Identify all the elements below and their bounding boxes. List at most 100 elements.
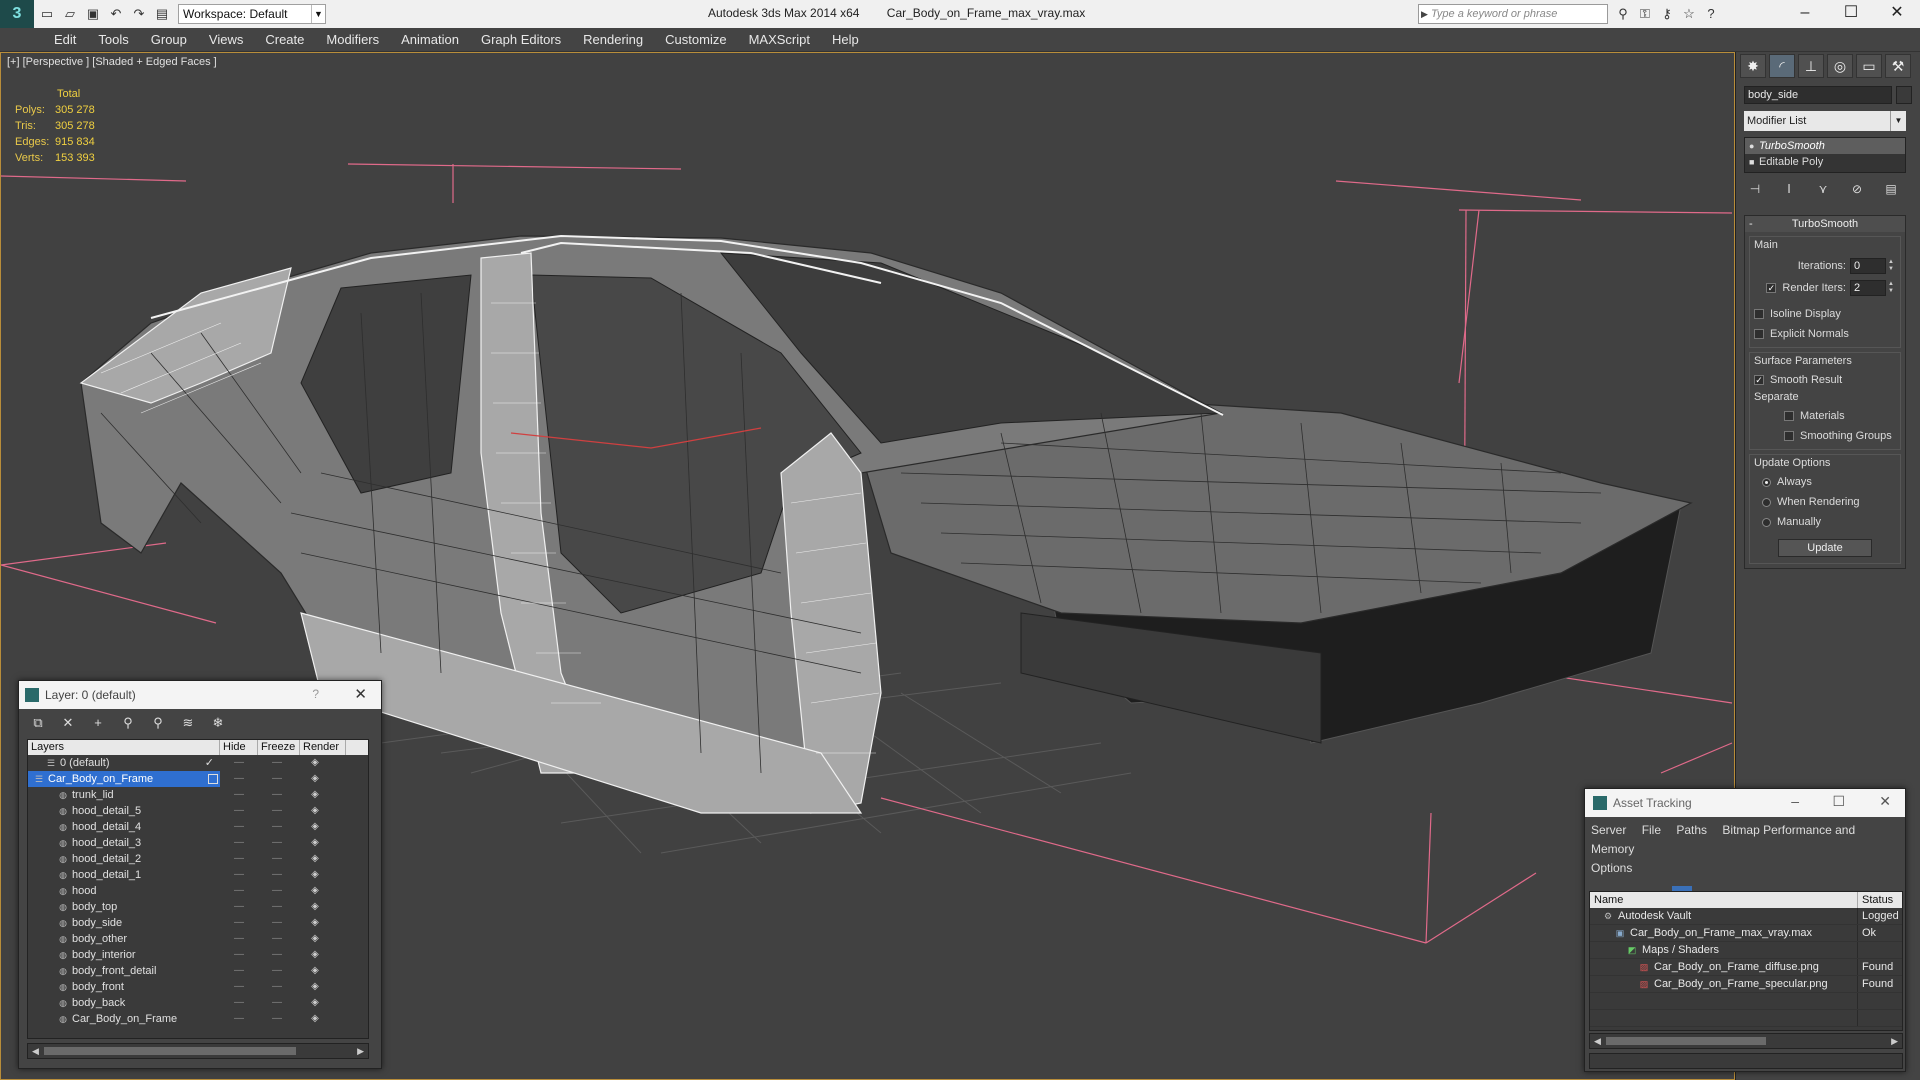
key-icon[interactable]: ⚷ bbox=[1656, 4, 1678, 24]
layer-name-cell[interactable]: ◍ hood_detail_4 bbox=[28, 819, 220, 835]
motion-tab-icon[interactable]: ◎ bbox=[1827, 54, 1853, 78]
render-teapot-icon[interactable]: ◈ bbox=[296, 1011, 334, 1027]
horizontal-scrollbar[interactable]: ◀ ▶ bbox=[27, 1043, 369, 1059]
layer-row[interactable]: ◍ Car_Body_on_Frame — — ◈ bbox=[28, 1011, 368, 1027]
layer-name-cell[interactable]: ☰ Car_Body_on_Frame bbox=[28, 771, 220, 787]
scroll-right-icon[interactable]: ▶ bbox=[357, 1044, 364, 1058]
freeze-toggle[interactable]: — bbox=[258, 787, 296, 803]
render-teapot-icon[interactable]: ◈ bbox=[296, 883, 334, 899]
new-file-icon[interactable]: ▭ bbox=[37, 4, 57, 24]
maximize-icon[interactable]: ☐ bbox=[1828, 0, 1874, 28]
lightbulb-icon[interactable]: ● bbox=[1749, 138, 1759, 154]
asset-window-titlebar[interactable]: Asset Tracking – ☐ ✕ bbox=[1585, 789, 1905, 817]
asset-row[interactable]: ▨ Car_Body_on_Frame_diffuse.png Found bbox=[1590, 959, 1902, 976]
layer-name-cell[interactable]: ◍ Car_Body_on_Frame bbox=[28, 1011, 220, 1027]
render-teapot-icon[interactable]: ◈ bbox=[296, 963, 334, 979]
create-layer-icon[interactable]: ⧉ bbox=[27, 713, 49, 733]
manually-radio[interactable] bbox=[1762, 517, 1771, 527]
freeze-toggle[interactable]: — bbox=[258, 851, 296, 867]
render-teapot-icon[interactable]: ◈ bbox=[296, 931, 334, 947]
asset-name-cell[interactable]: ▨ Car_Body_on_Frame_specular.png bbox=[1590, 976, 1858, 992]
menu-file[interactable]: File bbox=[1642, 823, 1661, 837]
minimize-icon[interactable]: – bbox=[1782, 0, 1828, 28]
smooth-result-checkbox[interactable]: ✓ bbox=[1754, 375, 1764, 385]
layer-name-cell[interactable]: ◍ hood bbox=[28, 883, 220, 899]
app-logo-icon[interactable]: 3 bbox=[0, 0, 34, 28]
close-icon[interactable]: ✕ bbox=[1879, 793, 1891, 810]
add-to-layer-icon[interactable]: + bbox=[87, 713, 109, 733]
spinner-arrows-icon[interactable]: ▲ ▼ bbox=[1888, 259, 1896, 273]
update-button[interactable]: Update bbox=[1778, 539, 1872, 557]
menu-animation[interactable]: Animation bbox=[401, 32, 459, 47]
scrollbar-thumb[interactable] bbox=[1606, 1037, 1766, 1045]
layer-name-cell[interactable]: ☰ 0 (default) ✓ bbox=[28, 755, 220, 771]
hide-all-icon[interactable]: ≋ bbox=[177, 713, 199, 733]
menu-graph-editors[interactable]: Graph Editors bbox=[481, 32, 561, 47]
object-name-field[interactable]: body_side bbox=[1744, 86, 1892, 104]
iterations-spinner[interactable]: 0 bbox=[1850, 258, 1886, 274]
viewport-label[interactable]: [+] [Perspective ] [Shaded + Edged Faces… bbox=[7, 56, 217, 68]
render-iters-checkbox[interactable]: ✓ bbox=[1766, 283, 1777, 293]
pin-stack-icon[interactable]: ⊣ bbox=[1744, 179, 1766, 199]
layer-name-cell[interactable]: ◍ body_front bbox=[28, 979, 220, 995]
freeze-toggle[interactable]: — bbox=[258, 835, 296, 851]
scroll-right-icon[interactable]: ▶ bbox=[1891, 1034, 1898, 1048]
render-teapot-icon[interactable]: ◈ bbox=[296, 771, 334, 787]
when-rendering-radio[interactable] bbox=[1762, 497, 1771, 507]
asset-name-cell[interactable]: ▣ Car_Body_on_Frame_max_vray.max bbox=[1590, 925, 1858, 941]
redo-icon[interactable]: ↷ bbox=[129, 4, 149, 24]
hierarchy-tab-icon[interactable]: ⊥ bbox=[1798, 54, 1824, 78]
layer-row[interactable]: ◍ hood_detail_5— — ◈ bbox=[28, 803, 368, 819]
freeze-toggle[interactable]: — bbox=[258, 1011, 296, 1027]
active-layer-box[interactable] bbox=[208, 774, 218, 784]
layer-name-cell[interactable]: ◍ hood_detail_3 bbox=[28, 835, 220, 851]
hide-toggle[interactable]: — bbox=[220, 947, 258, 963]
freeze-toggle[interactable]: — bbox=[258, 803, 296, 819]
menu-views[interactable]: Views bbox=[209, 32, 243, 47]
layer-name-cell[interactable]: ◍ body_top bbox=[28, 899, 220, 915]
configure-modifier-sets-icon[interactable]: ▤ bbox=[1880, 179, 1902, 199]
column-freeze[interactable]: Freeze bbox=[258, 740, 300, 755]
layer-row[interactable]: ◍ body_interior — — ◈ bbox=[28, 947, 368, 963]
freeze-toggle[interactable]: — bbox=[258, 947, 296, 963]
communication-icon[interactable]: ⚿ bbox=[1634, 4, 1656, 24]
menu-create[interactable]: Create bbox=[265, 32, 304, 47]
hide-toggle[interactable]: — bbox=[220, 819, 258, 835]
favorites-star-icon[interactable]: ☆ bbox=[1678, 4, 1700, 24]
hide-toggle[interactable]: — bbox=[220, 755, 258, 771]
utilities-tab-icon[interactable]: ⚒ bbox=[1885, 54, 1911, 78]
save-icon[interactable]: ▣ bbox=[83, 4, 103, 24]
hide-toggle[interactable]: — bbox=[220, 787, 258, 803]
freeze-toggle[interactable]: — bbox=[258, 995, 296, 1011]
maximize-icon[interactable]: ☐ bbox=[1832, 793, 1845, 810]
column-name[interactable]: Name bbox=[1590, 892, 1858, 908]
layer-row[interactable]: ◍ hood_detail_2— — ◈ bbox=[28, 851, 368, 867]
layer-row[interactable]: ◍ body_side — — ◈ bbox=[28, 915, 368, 931]
hide-toggle[interactable]: — bbox=[220, 883, 258, 899]
layer-name-cell[interactable]: ◍ body_back bbox=[28, 995, 220, 1011]
remove-modifier-icon[interactable]: ⊘ bbox=[1846, 179, 1868, 199]
hide-toggle[interactable]: — bbox=[220, 899, 258, 915]
rollout-header[interactable]: - TurboSmooth bbox=[1745, 216, 1905, 232]
freeze-toggle[interactable]: — bbox=[258, 979, 296, 995]
hide-toggle[interactable]: — bbox=[220, 835, 258, 851]
asset-row[interactable]: ▣ Car_Body_on_Frame_max_vray.max Ok bbox=[1590, 925, 1902, 942]
menu-modifiers[interactable]: Modifiers bbox=[326, 32, 379, 47]
render-teapot-icon[interactable]: ◈ bbox=[296, 979, 334, 995]
hide-toggle[interactable]: — bbox=[220, 771, 258, 787]
freeze-toggle[interactable]: — bbox=[258, 963, 296, 979]
explicit-normals-checkbox[interactable] bbox=[1754, 329, 1764, 339]
asset-name-cell[interactable]: ⚙ Autodesk Vault bbox=[1590, 908, 1858, 924]
scroll-left-icon[interactable]: ◀ bbox=[1594, 1034, 1601, 1048]
stack-item-editable-poly[interactable]: ■ Editable Poly bbox=[1745, 154, 1905, 170]
menu-edit[interactable]: Edit bbox=[54, 32, 76, 47]
freeze-toggle[interactable]: — bbox=[258, 755, 296, 771]
layer-name-cell[interactable]: ◍ body_interior bbox=[28, 947, 220, 963]
hide-toggle[interactable]: — bbox=[220, 851, 258, 867]
menu-maxscript[interactable]: MAXScript bbox=[749, 32, 810, 47]
layer-row[interactable]: ☰ 0 (default) ✓ — — ◈ bbox=[28, 755, 368, 771]
minimize-icon[interactable]: – bbox=[1791, 793, 1799, 809]
scrollbar-thumb[interactable] bbox=[44, 1047, 296, 1055]
path-status-field[interactable] bbox=[1589, 1053, 1903, 1069]
undo-icon[interactable]: ↶ bbox=[106, 4, 126, 24]
